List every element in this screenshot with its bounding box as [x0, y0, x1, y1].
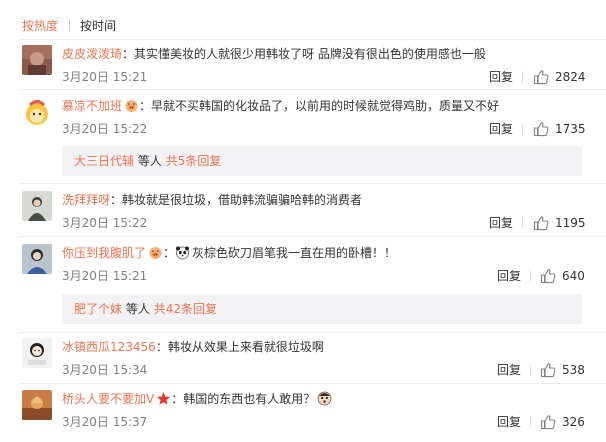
thumbs-up-icon — [533, 122, 549, 137]
like-button[interactable]: 538 — [540, 360, 585, 380]
reply-button[interactable]: 回复 — [497, 267, 521, 285]
comment-time: 3月20日 15:22 — [62, 216, 148, 230]
sub-reply-count-link[interactable]: 共5条回复 — [166, 154, 222, 168]
comment-divider — [20, 383, 606, 384]
comment-time: 3月20日 15:34 — [62, 363, 148, 377]
like-count: 1195 — [555, 216, 586, 230]
comment-time: 3月20日 15:22 — [62, 122, 148, 136]
comment-username[interactable]: 慕凉不加班 — [62, 99, 122, 113]
reply-button[interactable]: 回复 — [489, 68, 513, 86]
tab-sort-hot[interactable]: 按热度 — [22, 17, 58, 35]
comment-username[interactable]: 皮皮泼泼琦 — [62, 47, 122, 61]
thumbs-up-icon — [533, 70, 549, 85]
avatar[interactable] — [22, 390, 52, 420]
like-button[interactable]: 1195 — [533, 213, 586, 233]
action-divider — [530, 364, 531, 376]
tabs-divider — [20, 39, 606, 40]
surprised-face-icon — [317, 391, 332, 406]
pig-face-icon — [148, 245, 163, 260]
tab-sort-time[interactable]: 按时间 — [80, 17, 116, 35]
colon-separator: ： — [171, 392, 184, 406]
like-button[interactable]: 2824 — [533, 67, 586, 87]
like-count: 538 — [562, 363, 585, 377]
comment-divider — [20, 332, 606, 333]
action-divider — [522, 217, 523, 229]
thumbs-up-icon — [540, 363, 556, 378]
comment-text: 灰棕色砍刀眉笔我一直在用的卧槽！！ — [192, 246, 397, 260]
colon-separator: ： — [155, 340, 168, 354]
colon-separator: ： — [139, 99, 152, 113]
sub-reply-middle-text: 等人 — [137, 154, 162, 168]
like-button[interactable]: 640 — [540, 266, 585, 286]
like-count: 640 — [562, 269, 585, 283]
comment-text: 韩妆从效果上来看就很垃圾啊 — [167, 340, 324, 354]
like-count: 2824 — [555, 70, 586, 84]
comment-text: 早就不买韩国的化妆品了，以前用的时候就觉得鸡肋，质量又不好 — [151, 99, 500, 113]
reply-button[interactable]: 回复 — [497, 413, 521, 431]
avatar[interactable] — [22, 45, 52, 75]
comment-divider — [20, 183, 606, 184]
colon-separator: ： — [122, 47, 135, 61]
sub-replies-summary[interactable]: 肥了个妹 等人 共42条回复 — [62, 294, 582, 324]
comment-username[interactable]: 你压到我腹肌了 — [62, 246, 146, 260]
avatar[interactable] — [22, 338, 52, 368]
avatar[interactable] — [22, 97, 52, 127]
colon-separator: ： — [110, 193, 123, 207]
action-divider — [522, 71, 523, 83]
comment-time: 3月20日 15:21 — [62, 269, 148, 283]
comment-text: 韩妆就是很垃圾，借助韩流骗骗哈韩的消费者 — [122, 193, 363, 207]
comment-username[interactable]: 冰镇西瓜123456 — [62, 340, 156, 354]
colon-separator: ： — [163, 246, 176, 260]
tab-separator — [69, 20, 71, 32]
comment-time: 3月20日 15:37 — [62, 415, 148, 429]
comment-divider — [20, 236, 606, 237]
action-divider — [530, 270, 531, 282]
sub-reply-username[interactable]: 肥了个妹 — [74, 302, 122, 316]
comment-username[interactable]: 洗拜拜呀 — [62, 193, 110, 207]
reply-button[interactable]: 回复 — [489, 214, 513, 232]
avatar[interactable] — [22, 244, 52, 274]
reply-button[interactable]: 回复 — [497, 361, 521, 379]
like-button[interactable]: 1735 — [533, 119, 586, 139]
panda-icon — [175, 245, 190, 260]
reply-button[interactable]: 回复 — [489, 120, 513, 138]
like-count: 1735 — [555, 122, 586, 136]
like-button[interactable]: 326 — [540, 412, 585, 432]
avatar[interactable] — [22, 191, 52, 221]
thumbs-up-icon — [533, 216, 549, 231]
sub-reply-username[interactable]: 大三日代辅 — [74, 154, 134, 168]
sort-tabs: 按热度 按时间 — [22, 17, 116, 35]
sub-reply-middle-text: 等人 — [125, 302, 150, 316]
thumbs-up-icon — [540, 415, 556, 430]
action-divider — [530, 416, 531, 428]
comment-divider — [20, 89, 606, 90]
like-count: 326 — [562, 415, 585, 429]
sub-reply-count-link[interactable]: 共42条回复 — [154, 302, 217, 316]
comment-text: 韩国的东西也有人敢用？ — [183, 392, 316, 406]
red-star-icon — [156, 391, 171, 406]
sub-replies-summary[interactable]: 大三日代辅 等人 共5条回复 — [62, 146, 582, 176]
comment-text: 其实懂美妆的人就很少用韩妆了呀 品牌没有很出色的使用感也一般 — [134, 47, 486, 61]
action-divider — [522, 123, 523, 135]
comment-time: 3月20日 15:21 — [62, 70, 148, 84]
thumbs-up-icon — [540, 269, 556, 284]
comment-username[interactable]: 桥头人要不要加V — [62, 392, 154, 406]
pig-face-icon — [124, 98, 139, 113]
